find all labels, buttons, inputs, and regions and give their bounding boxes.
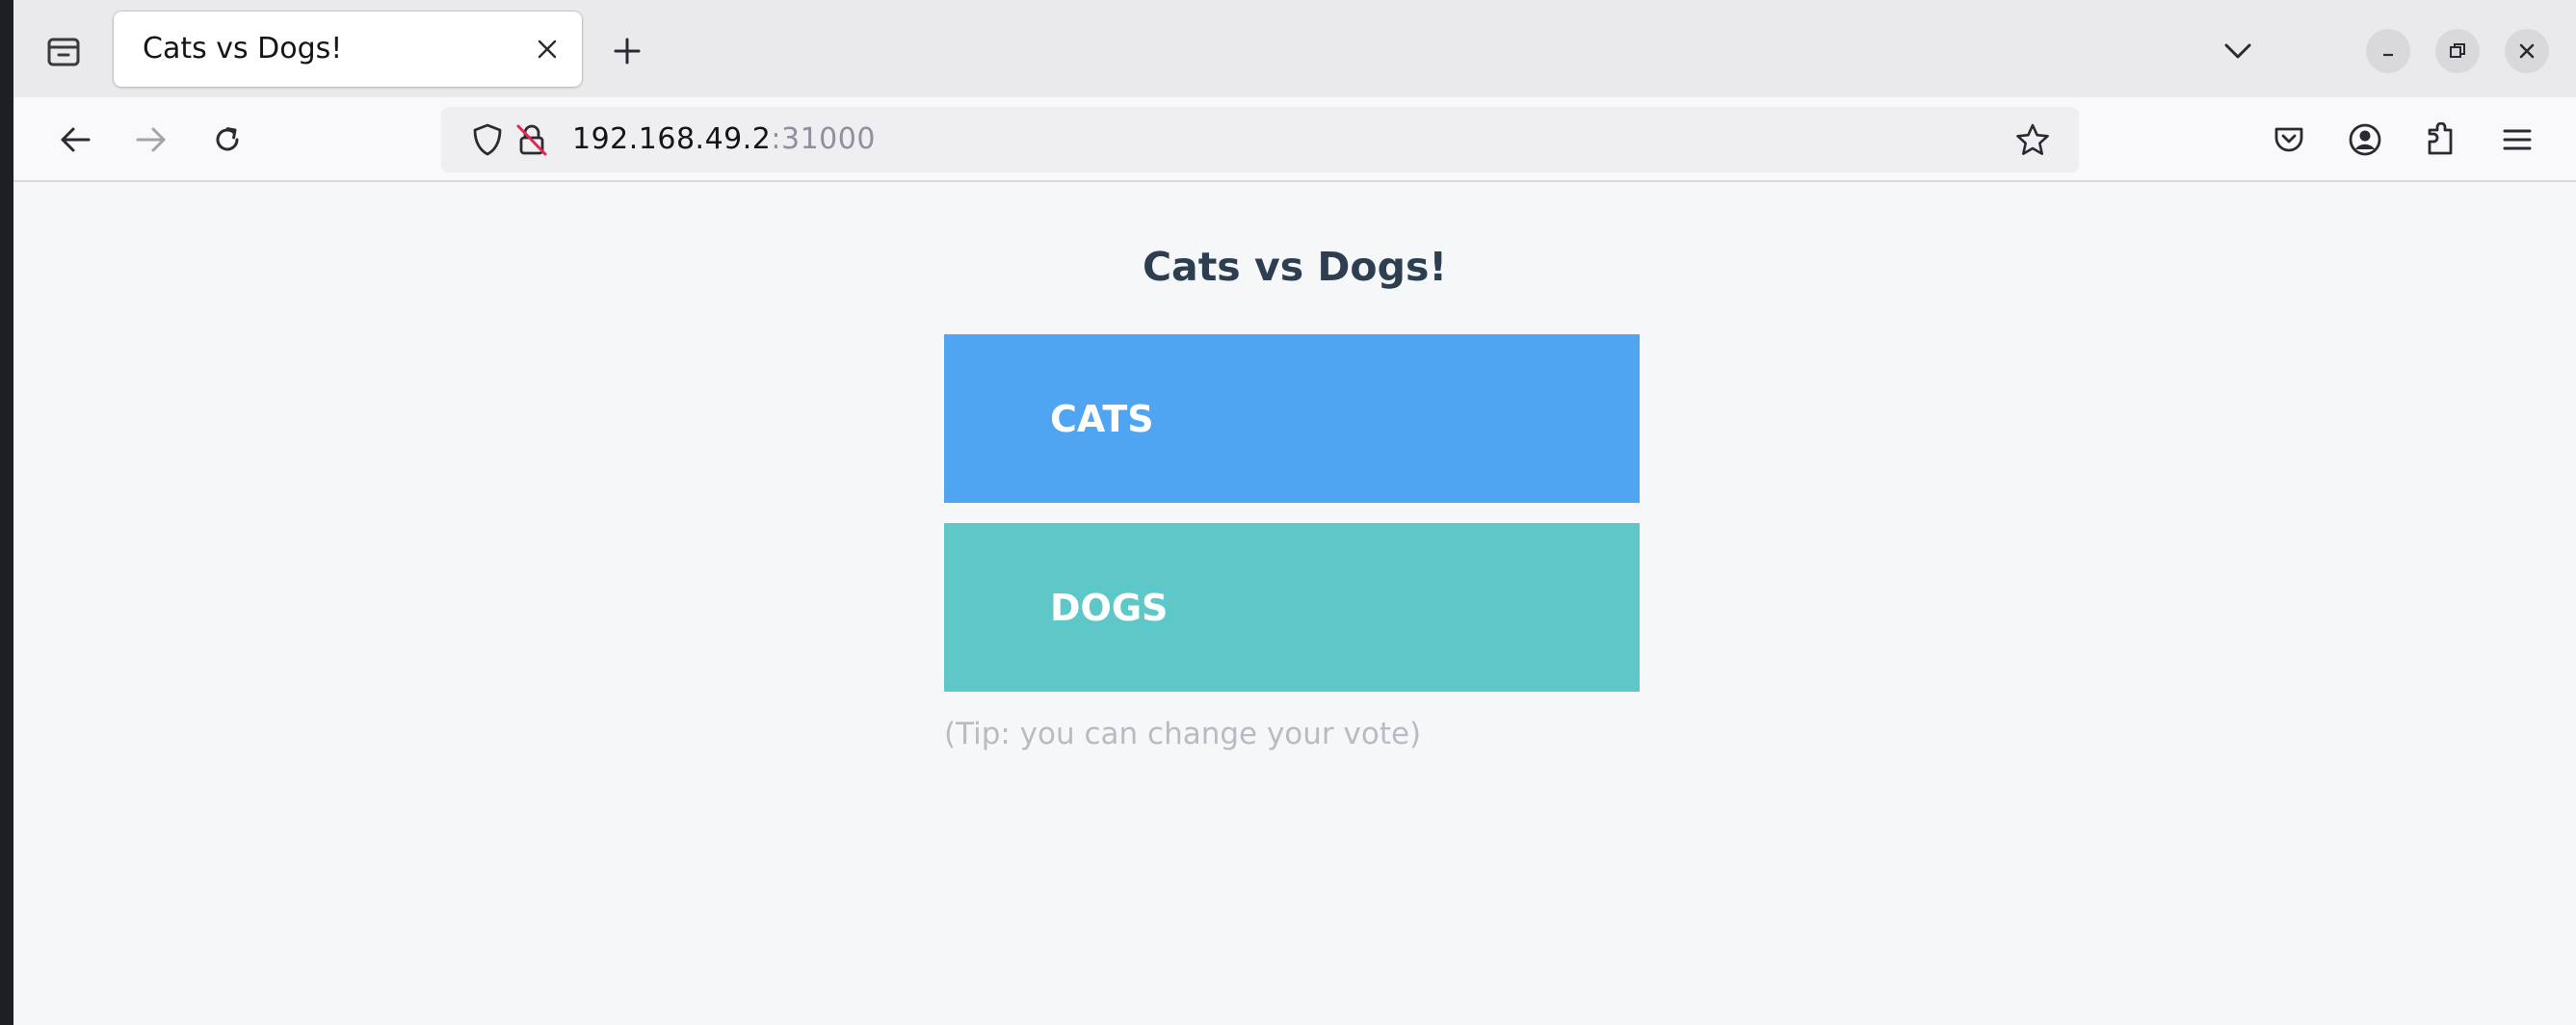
- pocket-icon: [2273, 124, 2305, 155]
- close-icon: [537, 39, 558, 60]
- close-window-button[interactable]: [2505, 29, 2549, 73]
- forward-button[interactable]: [124, 113, 178, 167]
- tab-close-button[interactable]: [526, 28, 568, 70]
- restore-button[interactable]: [2435, 29, 2480, 73]
- vote-cats-button[interactable]: CATS: [944, 334, 1640, 503]
- shield-icon: [471, 122, 504, 157]
- browser-window: Cats vs Dogs! 192.168.49.2:31000 Cats vs…: [13, 0, 2576, 1025]
- reload-button[interactable]: [200, 113, 254, 167]
- tab-cats-vs-dogs[interactable]: Cats vs Dogs!: [114, 12, 582, 87]
- vote-tip: (Tip: you can change your vote): [944, 717, 1422, 751]
- star-icon: [2015, 122, 2050, 157]
- navigation-toolbar: 192.168.49.2:31000: [13, 97, 2576, 182]
- forward-arrow-icon: [135, 125, 168, 154]
- app-menu-button[interactable]: [2490, 113, 2544, 167]
- list-all-tabs-button[interactable]: [2210, 23, 2266, 79]
- back-button[interactable]: [48, 113, 102, 167]
- tab-list-button[interactable]: [31, 24, 96, 78]
- extensions-button[interactable]: [2414, 113, 2468, 167]
- minimize-icon: [2379, 42, 2397, 60]
- url-text[interactable]: 192.168.49.2:31000: [572, 107, 876, 172]
- url-bar[interactable]: 192.168.49.2:31000: [441, 107, 2079, 172]
- tracking-protection-button[interactable]: [466, 118, 509, 161]
- insecure-lock-icon: [514, 122, 549, 157]
- tab-title: Cats vs Dogs!: [143, 32, 343, 66]
- minimize-button[interactable]: [2366, 29, 2410, 73]
- url-host: 192.168.49.2: [572, 122, 772, 156]
- extensions-icon: [2424, 122, 2458, 157]
- account-icon: [2348, 122, 2382, 157]
- back-arrow-icon: [59, 125, 92, 154]
- url-port: :31000: [771, 122, 876, 156]
- chevron-down-icon: [2223, 41, 2252, 61]
- vote-dogs-button[interactable]: DOGS: [944, 523, 1640, 692]
- tab-list-icon: [46, 35, 81, 67]
- reload-icon: [211, 123, 244, 156]
- page-title: Cats vs Dogs!: [1142, 244, 1448, 290]
- bookmark-button[interactable]: [2011, 118, 2054, 161]
- restore-icon: [2448, 41, 2467, 61]
- tab-strip: Cats vs Dogs!: [13, 0, 2576, 97]
- account-button[interactable]: [2338, 113, 2392, 167]
- pocket-button[interactable]: [2262, 113, 2316, 167]
- page-content: Cats vs Dogs! CATS DOGS (Tip: you can ch…: [13, 184, 2576, 1025]
- plus-icon: [613, 37, 642, 66]
- new-tab-button[interactable]: [599, 23, 655, 79]
- site-security-button[interactable]: [511, 118, 553, 161]
- close-icon: [2517, 41, 2537, 61]
- hamburger-menu-icon: [2502, 126, 2533, 153]
